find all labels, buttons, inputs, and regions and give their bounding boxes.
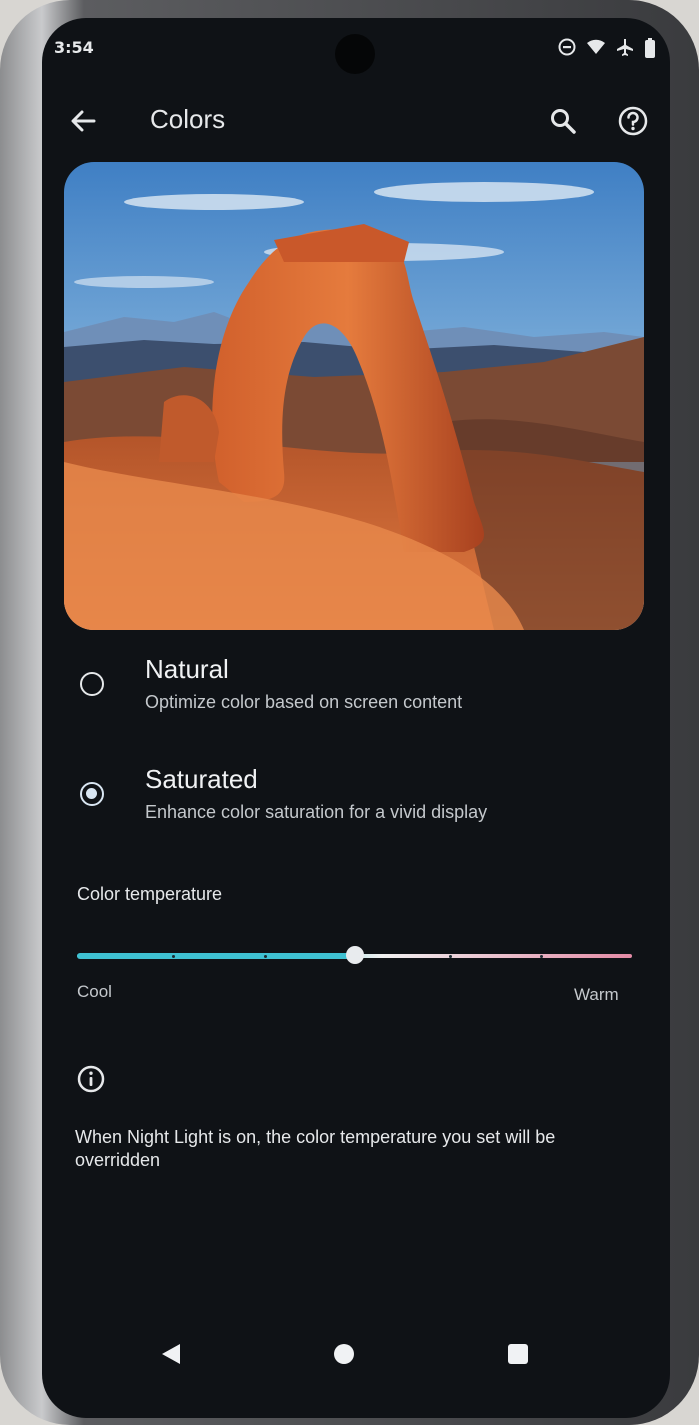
app-bar: Colors bbox=[42, 80, 670, 160]
slider-max-label: Warm bbox=[574, 985, 619, 1004]
preview-image bbox=[64, 162, 644, 630]
slider-tick bbox=[264, 955, 267, 958]
search-icon[interactable] bbox=[542, 100, 584, 142]
natural-title: Natural bbox=[145, 654, 229, 684]
status-time: 3:54 bbox=[54, 38, 94, 57]
saturated-subtitle: Enhance color saturation for a vivid dis… bbox=[145, 802, 488, 822]
color-temperature-slider[interactable] bbox=[77, 946, 632, 968]
slider-tick bbox=[540, 955, 543, 958]
nav-back-icon[interactable] bbox=[150, 1333, 192, 1375]
nav-recents-icon[interactable] bbox=[497, 1333, 539, 1375]
slider-thumb[interactable] bbox=[345, 946, 364, 964]
wifi-icon bbox=[587, 39, 605, 54]
color-mode-natural[interactable]: Natural Optimize color based on screen c… bbox=[70, 640, 590, 728]
arrow-left-icon[interactable] bbox=[62, 100, 104, 142]
nav-home-icon[interactable] bbox=[323, 1333, 365, 1375]
phone-frame: 3:54 Colors Natural Optimize color based… bbox=[0, 0, 699, 1425]
saturated-title: Saturated bbox=[145, 764, 258, 794]
battery-icon bbox=[645, 38, 655, 58]
info-icon bbox=[77, 1065, 105, 1093]
color-mode-saturated[interactable]: Saturated Enhance color saturation for a… bbox=[70, 750, 615, 838]
status-icons bbox=[558, 38, 656, 58]
slider-tick bbox=[449, 955, 452, 958]
color-temperature-label: Color temperature bbox=[77, 884, 223, 904]
night-light-info-text: When Night Light is on, the color temper… bbox=[75, 1127, 556, 1170]
airplane-icon bbox=[617, 39, 633, 56]
saturated-radio[interactable] bbox=[80, 782, 104, 806]
help-icon[interactable] bbox=[612, 100, 654, 142]
page-title: Colors bbox=[150, 104, 226, 134]
front-camera bbox=[335, 34, 375, 74]
screen: 3:54 Colors Natural Optimize color based… bbox=[42, 18, 670, 1418]
slider-min-label: Cool bbox=[77, 982, 112, 1001]
slider-tick bbox=[172, 955, 175, 958]
do-not-disturb-icon bbox=[558, 38, 576, 56]
natural-subtitle: Optimize color based on screen content bbox=[145, 692, 463, 712]
slider-fill bbox=[77, 953, 355, 959]
natural-radio[interactable] bbox=[80, 672, 104, 696]
